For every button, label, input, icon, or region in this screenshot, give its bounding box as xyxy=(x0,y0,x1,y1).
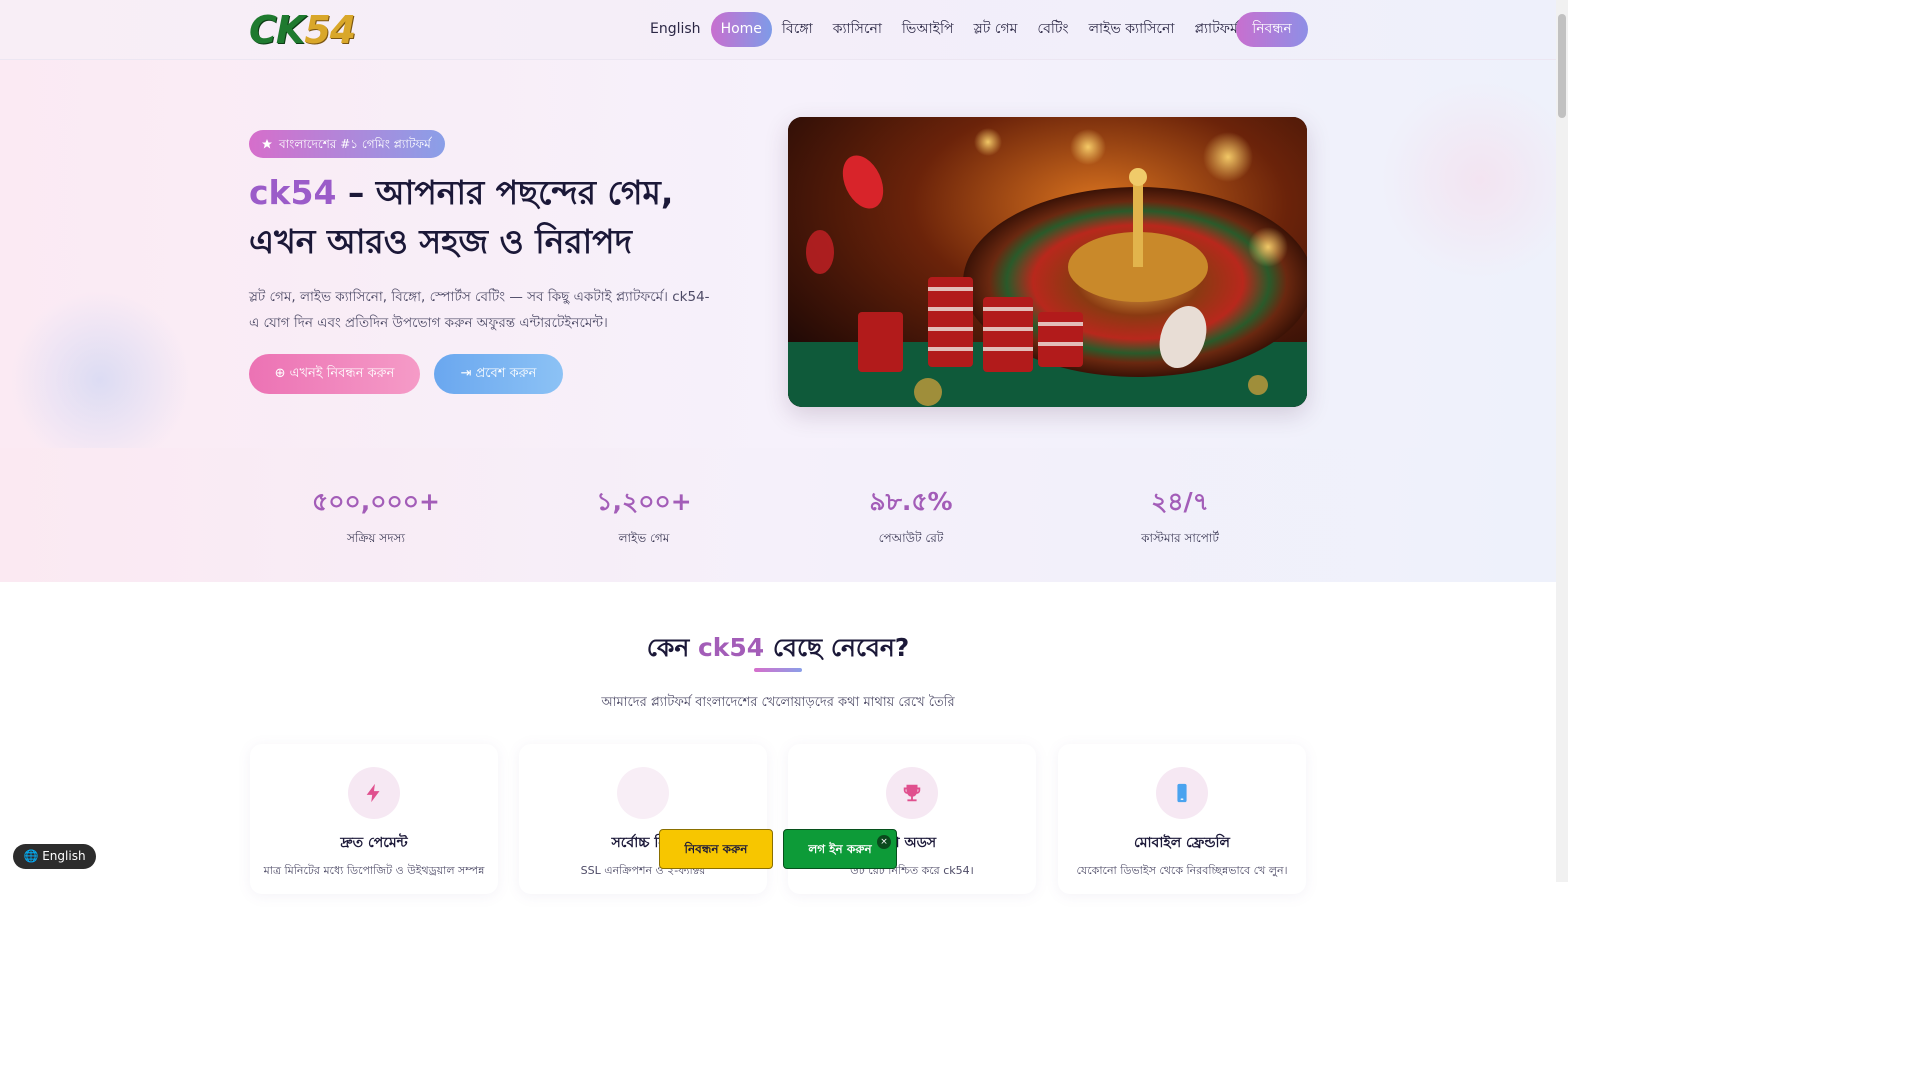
hero-roulette-image xyxy=(788,117,1307,407)
stat-label: লাইভ গেম xyxy=(618,531,670,545)
feature-description: যেকোনো ডিভাইস থেকে নিরবচ্ছিন্নভাবে খে লু… xyxy=(1076,864,1288,877)
feature-card-security: সর্বোচ্চ নির SSL এনক্রিপশন ও ২-ফ্যাক্টর xyxy=(519,744,767,894)
hero-title: ck54 – আপনার পছন্দের গেম, এখন আরও সহজ ও … xyxy=(249,168,749,266)
why-title-pre: কেন xyxy=(646,633,698,662)
stats-section: ৫০০,০০০+ সক্রিয় সদস্য ১,২০০+ লাইভ গেম ৯… xyxy=(0,448,1556,582)
hero-badge-text: বাংলাদেশের #১ গেমিং প্ল্যাটফর্ম xyxy=(279,137,431,151)
feature-card-mobile: মোবাইল ফ্রেন্ডলি যেকোনো ডিভাইস থেকে নিরব… xyxy=(1058,744,1306,894)
why-title-post: বেছে নেবেন? xyxy=(764,633,910,662)
main-nav: English Home বিঙ্গো ক্যাসিনো ভিআইপি স্লট… xyxy=(640,12,1248,47)
roulette-illustration xyxy=(788,117,1307,407)
floating-register-button[interactable]: নিবন্ধন করুন xyxy=(659,829,773,869)
title-underline xyxy=(754,668,802,672)
globe-icon: 🌐 xyxy=(23,849,39,863)
language-label: English xyxy=(42,849,86,863)
nav-home[interactable]: Home xyxy=(710,12,772,47)
nav-vip[interactable]: ভিআইপি xyxy=(892,12,964,47)
scrollbar-thumb[interactable] xyxy=(1558,14,1566,118)
language-switcher[interactable]: 🌐 English xyxy=(13,844,96,869)
login-icon: ⇥ xyxy=(460,366,476,381)
feature-title: দ্রুত পেমেন্ট xyxy=(340,835,408,851)
nav-betting[interactable]: বেটিং xyxy=(1027,12,1078,47)
nav-bingo[interactable]: বিঙ্গো xyxy=(772,12,823,47)
stat-value: ৫০০,০০০+ xyxy=(312,487,440,516)
decorative-blob xyxy=(10,290,190,448)
hero-title-brand: ck54 xyxy=(249,173,337,212)
site-logo[interactable]: CK54 xyxy=(249,8,356,52)
stat-payout-rate: ৯৮.৫% পেআউট রেট xyxy=(811,482,1011,550)
stat-label: পেআউট রেট xyxy=(878,531,944,545)
hero-login-button[interactable]: ⇥ প্রবেশ করুন xyxy=(434,354,563,394)
hero-login-label: প্রবেশ করুন xyxy=(475,366,537,381)
why-section-title: কেন ck54 বেছে নেবেন? xyxy=(0,628,1556,671)
nav-english[interactable]: English xyxy=(640,12,711,47)
header-register-button[interactable]: নিবন্ধন xyxy=(1236,12,1308,47)
site-header: CK54 English Home বিঙ্গো ক্যাসিনো ভিআইপি… xyxy=(0,0,1556,60)
close-icon[interactable]: × xyxy=(877,835,891,849)
nav-live-casino[interactable]: লাইভ ক্যাসিনো xyxy=(1079,12,1185,47)
mobile-icon xyxy=(1156,767,1208,819)
lightning-icon xyxy=(348,767,400,819)
feature-card-fast-payment: দ্রুত পেমেন্ট মাত্র মিনিটের মধ্যে ডিপোজি… xyxy=(250,744,498,894)
logo-text-ck: CK xyxy=(249,8,305,52)
user-plus-icon: ⊕ xyxy=(274,366,290,381)
hero-register-button[interactable]: ⊕ এখনই নিবন্ধন করুন xyxy=(249,354,420,394)
why-title-brand: ck54 xyxy=(697,633,765,662)
hero-section: বাংলাদেশের #১ গেমিং প্ল্যাটফর্ম ck54 – আ… xyxy=(0,60,1556,448)
stat-value: ২৪/৭ xyxy=(1151,487,1209,516)
decorative-blob xyxy=(1380,80,1556,280)
feature-title: মোবাইল ফ্রেন্ডলি xyxy=(1134,835,1230,851)
stat-value: ৯৮.৫% xyxy=(869,487,953,516)
stat-live-games: ১,২০০+ লাইভ গেম xyxy=(544,482,744,550)
nav-casino[interactable]: ক্যাসিনো xyxy=(823,12,892,47)
shield-icon xyxy=(617,767,669,819)
feature-card-odds: রা অডস উট রেট নিশ্চিত করে ck54। xyxy=(788,744,1036,894)
why-section-subtitle: আমাদের প্ল্যাটফর্ম বাংলাদেশের খেলোয়াড়দ… xyxy=(601,695,955,710)
star-icon xyxy=(262,139,272,149)
stat-customer-support: ২৪/৭ কাস্টমার সাপোর্ট xyxy=(1080,482,1280,550)
hero-badge: বাংলাদেশের #১ গেমিং প্ল্যাটফর্ম xyxy=(249,130,445,158)
stat-value: ১,২০০+ xyxy=(596,487,692,516)
hero-register-label: এখনই নিবন্ধন করুন xyxy=(289,366,395,381)
logo-text-54: 54 xyxy=(304,8,356,52)
stat-label: সক্রিয় সদস্য xyxy=(347,531,405,545)
hero-description: স্লট গেম, লাইভ ক্যাসিনো, বিঙ্গো, স্পোর্ট… xyxy=(249,289,710,331)
stat-label: কাস্টমার সাপোর্ট xyxy=(1141,531,1219,545)
stat-active-members: ৫০০,০০০+ সক্রিয় সদস্য xyxy=(276,482,476,550)
feature-description: মাত্র মিনিটের মধ্যে ডিপোজিট ও উইথড্রয়াল… xyxy=(263,864,485,877)
page-scrollbar[interactable] xyxy=(1556,0,1568,882)
nav-slot-games[interactable]: স্লট গেম xyxy=(963,12,1027,47)
trophy-icon xyxy=(886,767,938,819)
